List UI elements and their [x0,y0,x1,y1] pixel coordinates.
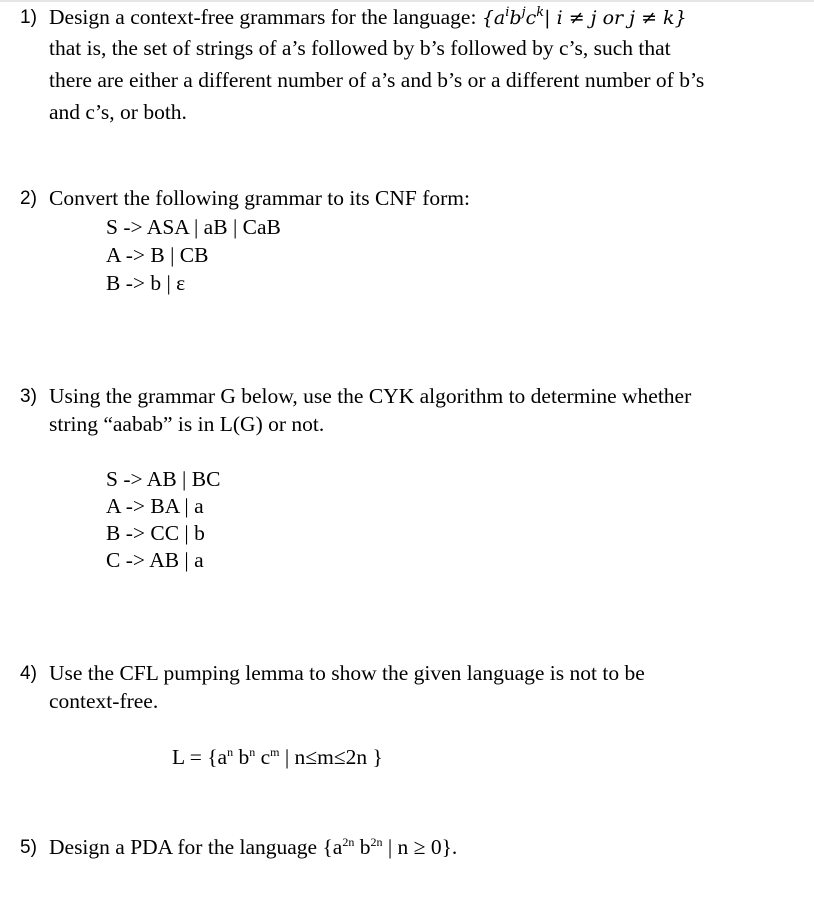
language-set-notation: {aibjck| i ≠ j or j ≠ k} [481,5,687,29]
grammar-rule: B -> CC | b [106,521,205,545]
language-definition: L = {an bn cm | n≤m≤2n } [172,745,383,769]
grammar-rule: C -> AB | a [106,548,204,572]
question-text-line: that is, the set of strings of a’s follo… [49,36,671,60]
question-number: 1) [20,7,37,28]
question-text-line: Using the grammar G below, use the CYK a… [49,384,692,408]
question-number: 2) [20,188,37,209]
question-text-line: string “aabab” is in L(G) or not. [49,412,325,436]
grammar-rule: S -> AB | BC [106,467,221,491]
question-text-line: Convert the following grammar to its CNF… [49,186,470,210]
question-text-line: context-free. [49,689,159,713]
grammar-rule: A -> B | CB [106,243,209,267]
question-number: 3) [20,386,37,407]
question-number: 4) [20,663,37,684]
grammar-rule: S -> ASA | aB | CaB [106,215,281,239]
question-text-line: Design a PDA for the language {a2n b2n |… [49,835,458,859]
language-definition: {a2n b2n | n ≥ 0}. [317,835,458,859]
question-text-line: there are either a different number of a… [49,68,705,92]
grammar-rule: B -> b | ε [106,271,186,295]
page-top-border [0,0,814,2]
question-text-line: and c’s, or both. [49,100,187,124]
question-number: 5) [20,837,37,858]
question-text-line: Design a context-free grammars for the l… [49,5,687,29]
question-text-line: Use the CFL pumping lemma to show the gi… [49,661,645,685]
grammar-rule: A -> BA | a [106,494,204,518]
